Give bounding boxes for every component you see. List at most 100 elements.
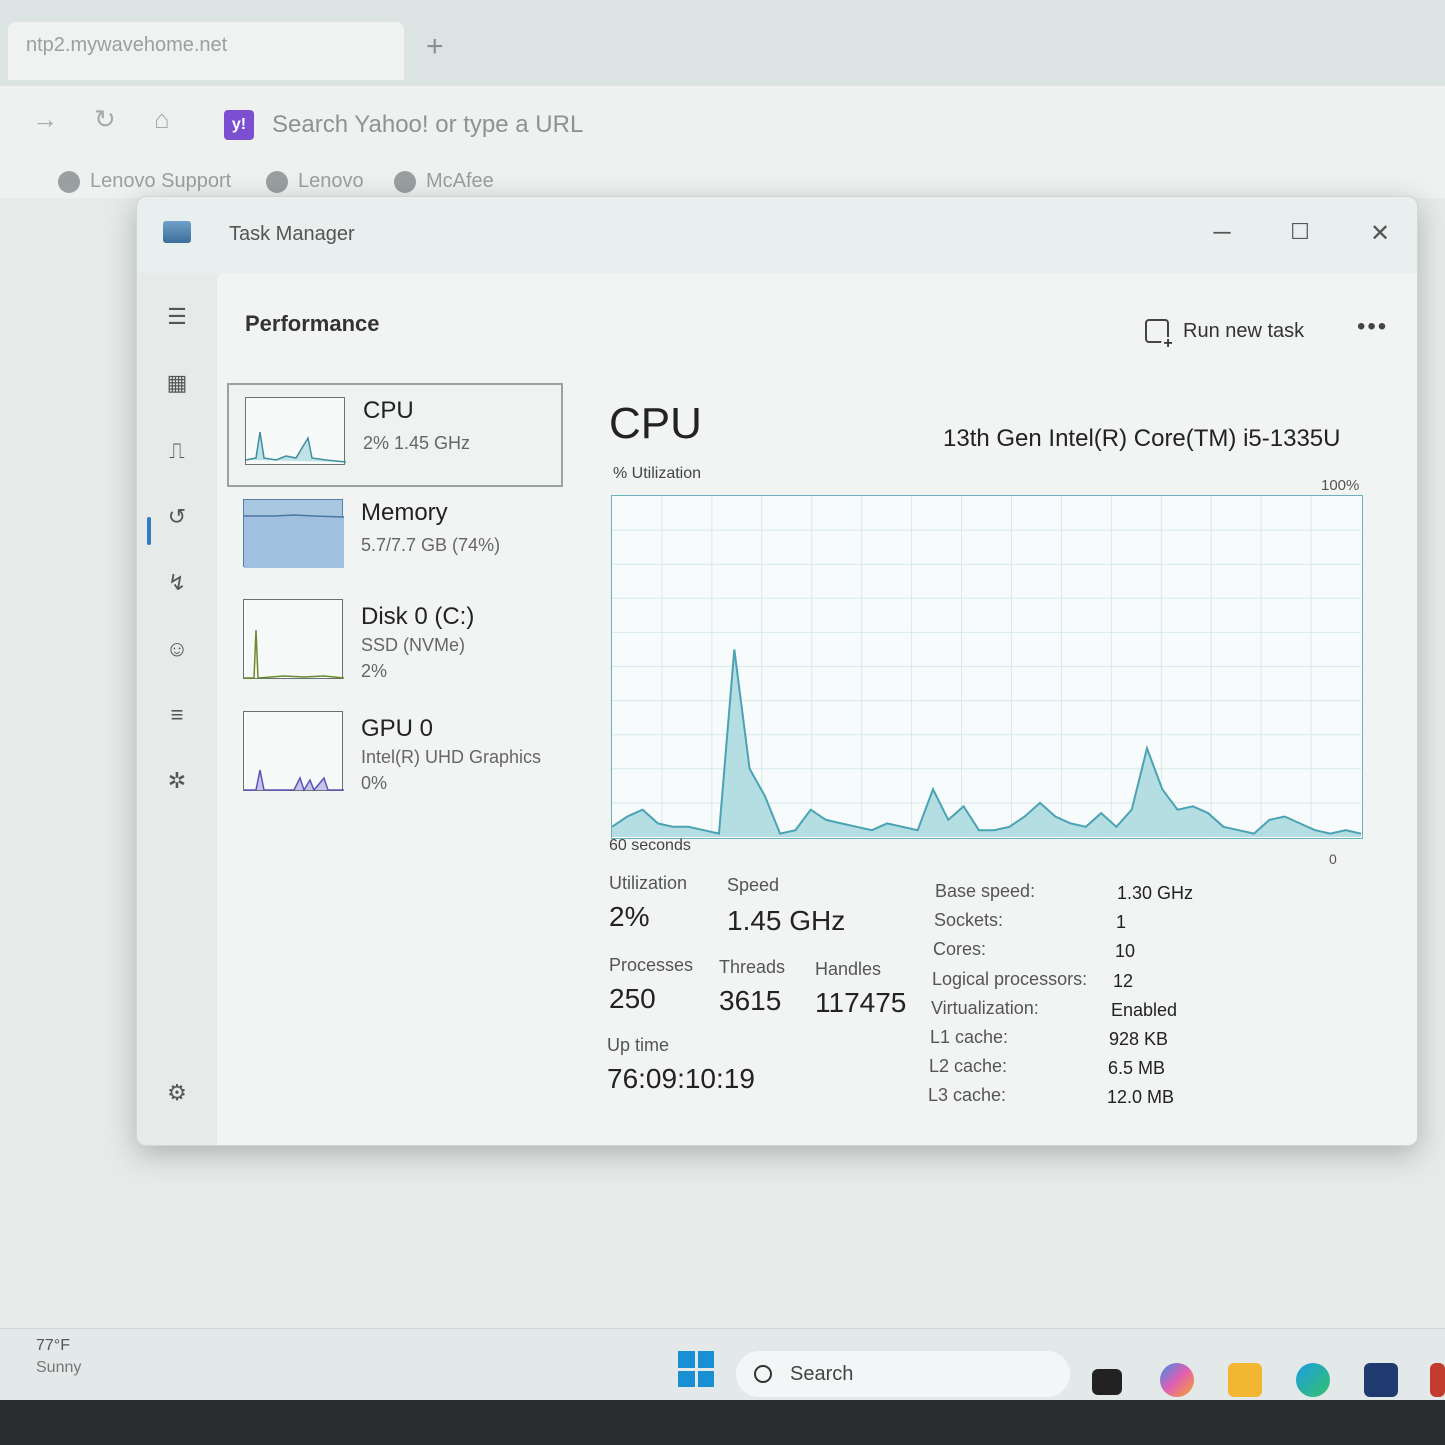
uptime-label: Up time bbox=[607, 1035, 670, 1055]
reload-icon[interactable]: ↻ bbox=[94, 104, 116, 135]
resource-gpu[interactable]: GPU 0 Intel(R) UHD Graphics 0% bbox=[227, 703, 563, 807]
cpu-model: 13th Gen Intel(R) Core(TM) i5-1335U bbox=[943, 425, 1341, 452]
title-bar: Task Manager ─ ☐ ✕ bbox=[137, 197, 1417, 273]
bookmark-lenovo-support[interactable]: Lenovo Support bbox=[58, 170, 231, 193]
performance-icon[interactable]: ⎍ bbox=[163, 437, 191, 465]
resource-name: GPU 0 bbox=[361, 715, 434, 742]
info-label: Cores: bbox=[933, 939, 987, 959]
resource-stat: 2% bbox=[361, 661, 388, 681]
screen-bezel bbox=[0, 1400, 1445, 1445]
microsoft-store-icon[interactable] bbox=[1364, 1363, 1398, 1397]
info-value: 12 bbox=[1113, 971, 1134, 991]
weather-temperature[interactable]: 77°F bbox=[36, 1337, 70, 1355]
resource-cpu[interactable]: CPU 2% 1.45 GHz bbox=[227, 383, 563, 487]
maximize-button[interactable]: ☐ bbox=[1285, 219, 1315, 245]
search-label: Search bbox=[790, 1362, 854, 1385]
processes-icon[interactable]: ▦ bbox=[163, 369, 191, 397]
processes-label: Processes bbox=[609, 955, 694, 975]
browser-toolbar: → ↻ ⌂ y! Search Yahoo! or type a URL bbox=[0, 86, 1445, 162]
bookmark-lenovo[interactable]: Lenovo bbox=[266, 170, 364, 193]
address-bar[interactable]: y! Search Yahoo! or type a URL bbox=[218, 100, 1445, 150]
info-value: Enabled bbox=[1111, 1000, 1178, 1020]
cpu-graph-svg bbox=[611, 496, 1362, 837]
detail-title: CPU bbox=[609, 399, 702, 448]
new-tab-button[interactable]: + bbox=[426, 30, 444, 64]
info-value: 928 KB bbox=[1109, 1029, 1169, 1049]
threads-value: 3615 bbox=[719, 985, 782, 1016]
details-icon[interactable]: ≡ bbox=[163, 701, 191, 729]
run-new-task-button[interactable]: Run new task bbox=[1145, 319, 1305, 351]
users-icon[interactable]: ☺ bbox=[163, 635, 191, 663]
resource-stat: 5.7/7.7 GB (74%) bbox=[361, 535, 501, 555]
minimize-button[interactable]: ─ bbox=[1207, 219, 1237, 247]
bookmarks-bar: Lenovo Support Lenovo McAfee bbox=[0, 162, 1445, 198]
run-task-icon bbox=[1145, 319, 1175, 351]
task-manager-window: Task Manager ─ ☐ ✕ ☰ ▦ ⎍ ↺ ↯ ☺ ≡ ✲ ⚙ Per… bbox=[136, 196, 1418, 1146]
info-value: 6.5 MB bbox=[1108, 1058, 1166, 1078]
nav-sidebar: ☰ ▦ ⎍ ↺ ↯ ☺ ≡ ✲ ⚙ bbox=[137, 273, 217, 1145]
info-label: L1 cache: bbox=[930, 1027, 1009, 1047]
graph-label: % Utilization bbox=[613, 465, 702, 482]
info-label: Logical processors: bbox=[932, 969, 1088, 989]
services-icon[interactable]: ✲ bbox=[163, 767, 191, 795]
gpu-thumbnail bbox=[243, 711, 344, 792]
globe-icon bbox=[266, 170, 288, 193]
startup-apps-icon[interactable]: ↯ bbox=[163, 569, 191, 597]
run-new-task-label: Run new task bbox=[1183, 319, 1305, 342]
info-value: 1 bbox=[1116, 912, 1127, 932]
bookmark-label: McAfee bbox=[426, 170, 494, 192]
app-icon[interactable] bbox=[1430, 1363, 1445, 1397]
settings-gear-icon[interactable]: ⚙ bbox=[163, 1079, 191, 1107]
hamburger-menu-icon[interactable]: ☰ bbox=[163, 303, 191, 331]
processes-value: 250 bbox=[609, 983, 656, 1014]
taskbar-search[interactable]: Search bbox=[736, 1351, 1070, 1397]
cpu-usage-area bbox=[612, 649, 1361, 837]
task-view-icon[interactable] bbox=[1092, 1369, 1122, 1395]
resource-disk[interactable]: Disk 0 (C:) SSD (NVMe) 2% bbox=[227, 591, 563, 695]
info-label: L2 cache: bbox=[929, 1056, 1008, 1076]
edge-browser-icon[interactable] bbox=[1296, 1363, 1330, 1397]
globe-icon bbox=[394, 170, 416, 193]
page-title: Performance bbox=[245, 311, 380, 336]
windows-start-icon[interactable] bbox=[678, 1351, 714, 1387]
speed-value: 1.45 GHz bbox=[727, 905, 846, 936]
tab-title: ntp2.mywavehome.net bbox=[26, 34, 228, 56]
resource-stat: 0% bbox=[361, 773, 388, 793]
memory-thumbnail bbox=[243, 499, 345, 568]
app-history-icon[interactable]: ↺ bbox=[163, 503, 191, 531]
browser-tab[interactable]: ntp2.mywavehome.net bbox=[8, 22, 404, 80]
uptime-value: 76:09:10:19 bbox=[607, 1063, 755, 1094]
close-button[interactable]: ✕ bbox=[1365, 219, 1395, 248]
info-value: 10 bbox=[1115, 941, 1136, 961]
resource-name: CPU bbox=[363, 397, 414, 424]
threads-label: Threads bbox=[719, 957, 786, 977]
home-icon[interactable]: ⌂ bbox=[154, 104, 170, 135]
disk-thumbnail bbox=[243, 599, 345, 679]
yahoo-icon: y! bbox=[224, 110, 254, 140]
resource-type: Intel(R) UHD Graphics bbox=[361, 747, 542, 767]
cpu-thumbnail bbox=[245, 397, 347, 465]
taskbar: 77°F Sunny Search bbox=[0, 1328, 1445, 1400]
bookmark-label: Lenovo bbox=[298, 170, 364, 192]
resource-stat: 2% 1.45 GHz bbox=[363, 433, 471, 453]
performance-page: Performance Run new task ••• CPU 2% 1.45… bbox=[217, 273, 1417, 1145]
graph-max-label: 100% bbox=[1321, 477, 1360, 494]
resource-type: SSD (NVMe) bbox=[361, 635, 466, 655]
resource-name: Memory bbox=[361, 499, 448, 526]
info-value: 12.0 MB bbox=[1107, 1087, 1175, 1107]
copilot-icon[interactable] bbox=[1160, 1363, 1194, 1397]
handles-label: Handles bbox=[815, 959, 882, 979]
cpu-utilization-graph bbox=[611, 495, 1363, 839]
globe-icon bbox=[58, 170, 80, 193]
file-explorer-icon[interactable] bbox=[1228, 1363, 1262, 1397]
info-label: Base speed: bbox=[935, 881, 1036, 901]
graph-min-label: 0 bbox=[1329, 851, 1337, 867]
window-title: Task Manager bbox=[229, 223, 355, 245]
bookmark-label: Lenovo Support bbox=[90, 170, 232, 192]
resource-memory[interactable]: Memory 5.7/7.7 GB (74%) bbox=[227, 487, 563, 591]
bookmark-mcafee[interactable]: McAfee bbox=[394, 170, 494, 193]
more-options-button[interactable]: ••• bbox=[1357, 313, 1388, 341]
weather-description[interactable]: Sunny bbox=[36, 1359, 81, 1377]
address-placeholder: Search Yahoo! or type a URL bbox=[272, 111, 584, 138]
forward-icon[interactable]: → bbox=[32, 104, 58, 135]
